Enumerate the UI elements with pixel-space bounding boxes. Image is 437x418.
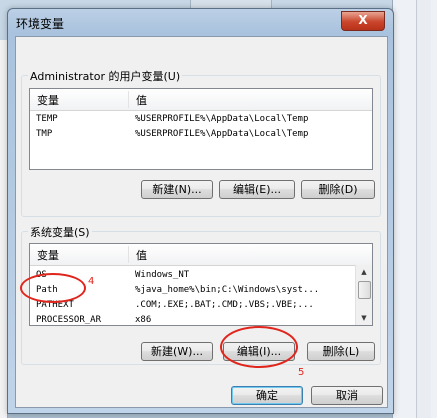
user-delete-button[interactable]: 删除(D): [301, 180, 375, 199]
table-row[interactable]: PATHEXT .COM;.EXE;.BAT;.CMD;.VBS;.VBE;..…: [30, 299, 356, 314]
variable-name: TEMP: [36, 114, 58, 124]
scroll-down-icon[interactable]: ▼: [356, 311, 372, 325]
user-variables-header: 变量 值: [30, 89, 372, 111]
variable-value: %USERPROFILE%\AppData\Local\Temp: [135, 129, 309, 139]
variable-value: %java_home%\bin;C:\Windows\syst...: [135, 285, 320, 295]
environment-variables-dialog: 环境变量 X Administrator 的用户变量(U) 变量 值 TEMP …: [7, 8, 394, 414]
variable-name: TMP: [36, 129, 53, 139]
scroll-thumb[interactable]: [358, 281, 371, 299]
variable-value: Windows_NT: [135, 270, 190, 280]
close-button[interactable]: X: [341, 11, 385, 31]
system-delete-button[interactable]: 删除(L): [307, 342, 375, 361]
variable-value: .COM;.EXE;.BAT;.CMD;.VBS;.VBE;...: [135, 300, 314, 310]
table-row[interactable]: TEMP %USERPROFILE%\AppData\Local\Temp: [30, 113, 372, 128]
column-header-value[interactable]: 值: [136, 247, 147, 263]
table-row[interactable]: PROCESSOR_AR x86: [30, 314, 356, 325]
variable-value: x86: [135, 315, 152, 325]
user-variables-list[interactable]: 变量 值 TEMP %USERPROFILE%\AppData\Local\Te…: [29, 88, 373, 170]
step-number-label: 4: [88, 276, 95, 287]
background-scrollbar[interactable]: [416, 0, 431, 418]
highlight-ellipse-edit: [220, 326, 298, 368]
column-header-variable[interactable]: 变量: [37, 92, 59, 108]
background-right-panel: [392, 0, 437, 418]
user-variables-label: Administrator 的用户变量(U): [28, 68, 183, 84]
column-divider[interactable]: [128, 91, 129, 108]
system-new-button[interactable]: 新建(W)...: [141, 342, 213, 361]
user-edit-button[interactable]: 编辑(E)...: [219, 180, 295, 199]
column-divider[interactable]: [128, 246, 129, 263]
dialog-title: 环境变量: [16, 17, 65, 31]
column-header-value[interactable]: 值: [136, 92, 147, 108]
variable-name: PROCESSOR_AR: [36, 315, 102, 325]
column-header-variable[interactable]: 变量: [37, 247, 59, 263]
system-variables-header: 变量 值: [30, 244, 372, 266]
scroll-up-icon[interactable]: ▲: [356, 265, 372, 279]
table-row[interactable]: TMP %USERPROFILE%\AppData\Local\Temp: [30, 128, 372, 143]
highlight-ellipse-path: [20, 273, 86, 303]
cancel-button[interactable]: 取消: [311, 386, 383, 405]
user-new-button[interactable]: 新建(N)...: [141, 180, 213, 199]
dialog-client-area: Administrator 的用户变量(U) 变量 值 TEMP %USERPR…: [15, 36, 388, 408]
step-number-label: 5: [298, 367, 305, 378]
system-variables-label: 系统变量(S): [28, 224, 92, 240]
system-variables-scrollbar[interactable]: ▲ ▼: [355, 265, 372, 325]
variable-value: %USERPROFILE%\AppData\Local\Temp: [135, 114, 309, 124]
ok-button[interactable]: 确定: [231, 386, 303, 405]
